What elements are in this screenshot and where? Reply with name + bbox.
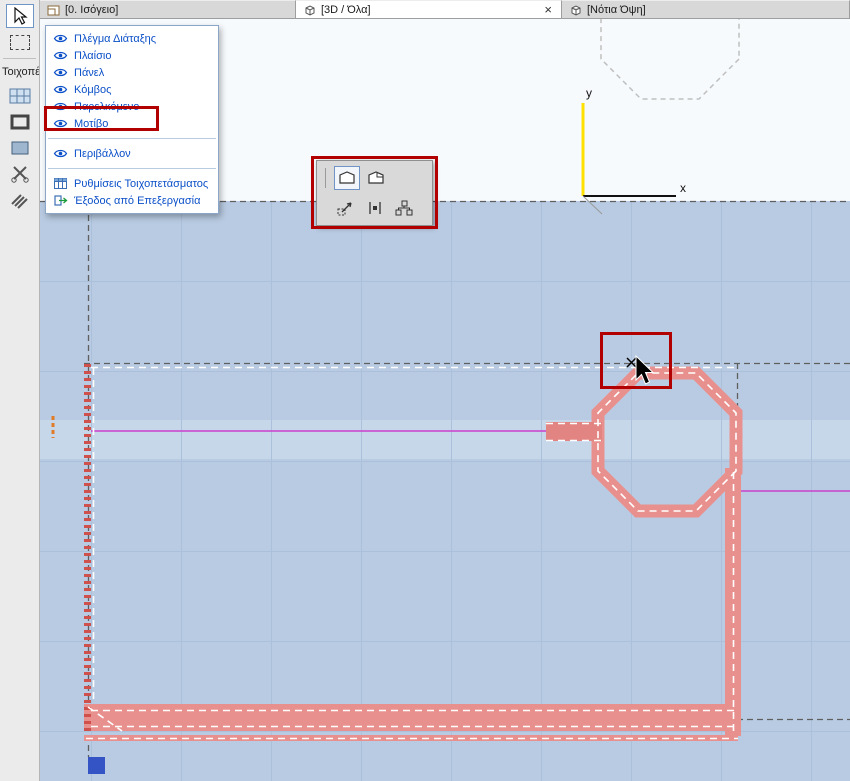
junction-tool-button[interactable]: [6, 162, 34, 186]
marquee-icon: [10, 35, 30, 50]
tab-label: [0. Ισόγειο]: [65, 4, 118, 16]
menu-item-label: Πάνελ: [74, 67, 104, 79]
eye-icon: [53, 101, 68, 112]
tab-bar: [0. Ισόγειο] [3D / Όλα] × [Νότια Όψη]: [40, 0, 850, 19]
menu-item-label: Περιβάλλον: [74, 148, 131, 160]
close-icon[interactable]: ×: [542, 3, 554, 16]
floor-plan-icon: [47, 4, 60, 16]
context-menu: Πλέγμα Διάταξης Πλαίσιο Πάνελ Κόμβος Παρ…: [45, 25, 219, 214]
polygon-icon: [338, 170, 356, 186]
polygon-method-button[interactable]: [334, 166, 360, 190]
offset-icon: [366, 199, 384, 217]
tab-south-elevation[interactable]: [Νότια Όψη]: [562, 0, 850, 18]
y-axis-label: y: [586, 86, 592, 100]
menu-item-label: Πλέγμα Διάταξης: [74, 33, 156, 45]
distribute-button[interactable]: [391, 196, 417, 220]
frame-icon: [9, 112, 31, 132]
tab-floor-plan[interactable]: [0. Ισόγειο]: [40, 0, 296, 18]
accessory-tool-button[interactable]: [6, 188, 34, 212]
tab-label: [Νότια Όψη]: [587, 4, 646, 16]
menu-item-environment[interactable]: Περιβάλλον: [46, 145, 218, 162]
pet-palette: [316, 160, 433, 226]
menu-item-label: Κόμβος: [74, 84, 111, 96]
menu-item-label: Παρελκόμενο: [74, 101, 139, 113]
panel-icon: [9, 138, 31, 158]
menu-item-label: Ρυθμίσεις Τοιχοπετάσματος: [74, 178, 208, 190]
menu-item-label: Μοτίβο: [74, 118, 108, 130]
toolbar-separator: [3, 58, 36, 59]
arrow-icon: [12, 7, 28, 25]
exit-icon: [53, 195, 68, 206]
accessory-icon: [9, 191, 31, 209]
eye-icon: [53, 118, 68, 129]
menu-item-pattern[interactable]: Μοτίβο: [46, 115, 218, 132]
menu-item-scheme-grid[interactable]: Πλέγμα Διάταξης: [46, 30, 218, 47]
settings-grid-icon: [53, 178, 68, 189]
eye-icon: [53, 33, 68, 44]
menu-item-exit-editing[interactable]: Έξοδος από Επεξεργασία: [46, 192, 218, 209]
move-icon: [336, 199, 356, 217]
left-toolbar: Τοιχοπέτ: [0, 0, 40, 781]
marquee-tool-button[interactable]: [6, 30, 34, 54]
tab-3d-view[interactable]: [3D / Όλα] ×: [296, 0, 562, 18]
pet-palette-row-1: [317, 163, 432, 193]
x-axis-label: x: [680, 181, 686, 195]
scheme-grid-icon: [9, 86, 31, 106]
palette-divider: [325, 168, 326, 188]
polygon-fold-method-button[interactable]: [363, 166, 389, 190]
menu-item-label: Πλαίσιο: [74, 50, 111, 62]
frame-tool-button[interactable]: [6, 110, 34, 134]
menu-item-panel[interactable]: Πάνελ: [46, 64, 218, 81]
menu-separator: [48, 138, 216, 139]
arrow-tool-button[interactable]: [6, 4, 34, 28]
menu-item-label: Έξοδος από Επεξεργασία: [74, 195, 200, 207]
eye-icon: [53, 50, 68, 61]
menu-item-junction[interactable]: Κόμβος: [46, 81, 218, 98]
tab-label: [3D / Όλα]: [321, 4, 371, 16]
elevation-icon: [569, 4, 582, 16]
pet-palette-row-2: [317, 193, 432, 223]
3d-view-icon: [303, 4, 316, 16]
polygon-fold-icon: [367, 170, 385, 186]
menu-separator: [48, 168, 216, 169]
junction-icon: [10, 165, 30, 183]
move-button[interactable]: [333, 196, 359, 220]
eye-icon: [53, 67, 68, 78]
scheme-grid-tool-button[interactable]: [6, 84, 34, 108]
origin-marker: [88, 757, 105, 774]
panel-tool-button[interactable]: [6, 136, 34, 160]
app-window: y x [: [0, 0, 850, 781]
distribute-icon: [395, 199, 413, 217]
offset-button[interactable]: [362, 196, 388, 220]
curtain-wall-stub[interactable]: [546, 422, 602, 441]
menu-item-settings[interactable]: Ρυθμίσεις Τοιχοπετάσματος: [46, 175, 218, 192]
eye-icon: [53, 84, 68, 95]
toolbar-section-label: Τοιχοπέτ: [0, 63, 39, 82]
menu-item-accessory[interactable]: Παρελκόμενο: [46, 98, 218, 115]
menu-item-frame[interactable]: Πλαίσιο: [46, 47, 218, 64]
eye-icon: [53, 148, 68, 159]
